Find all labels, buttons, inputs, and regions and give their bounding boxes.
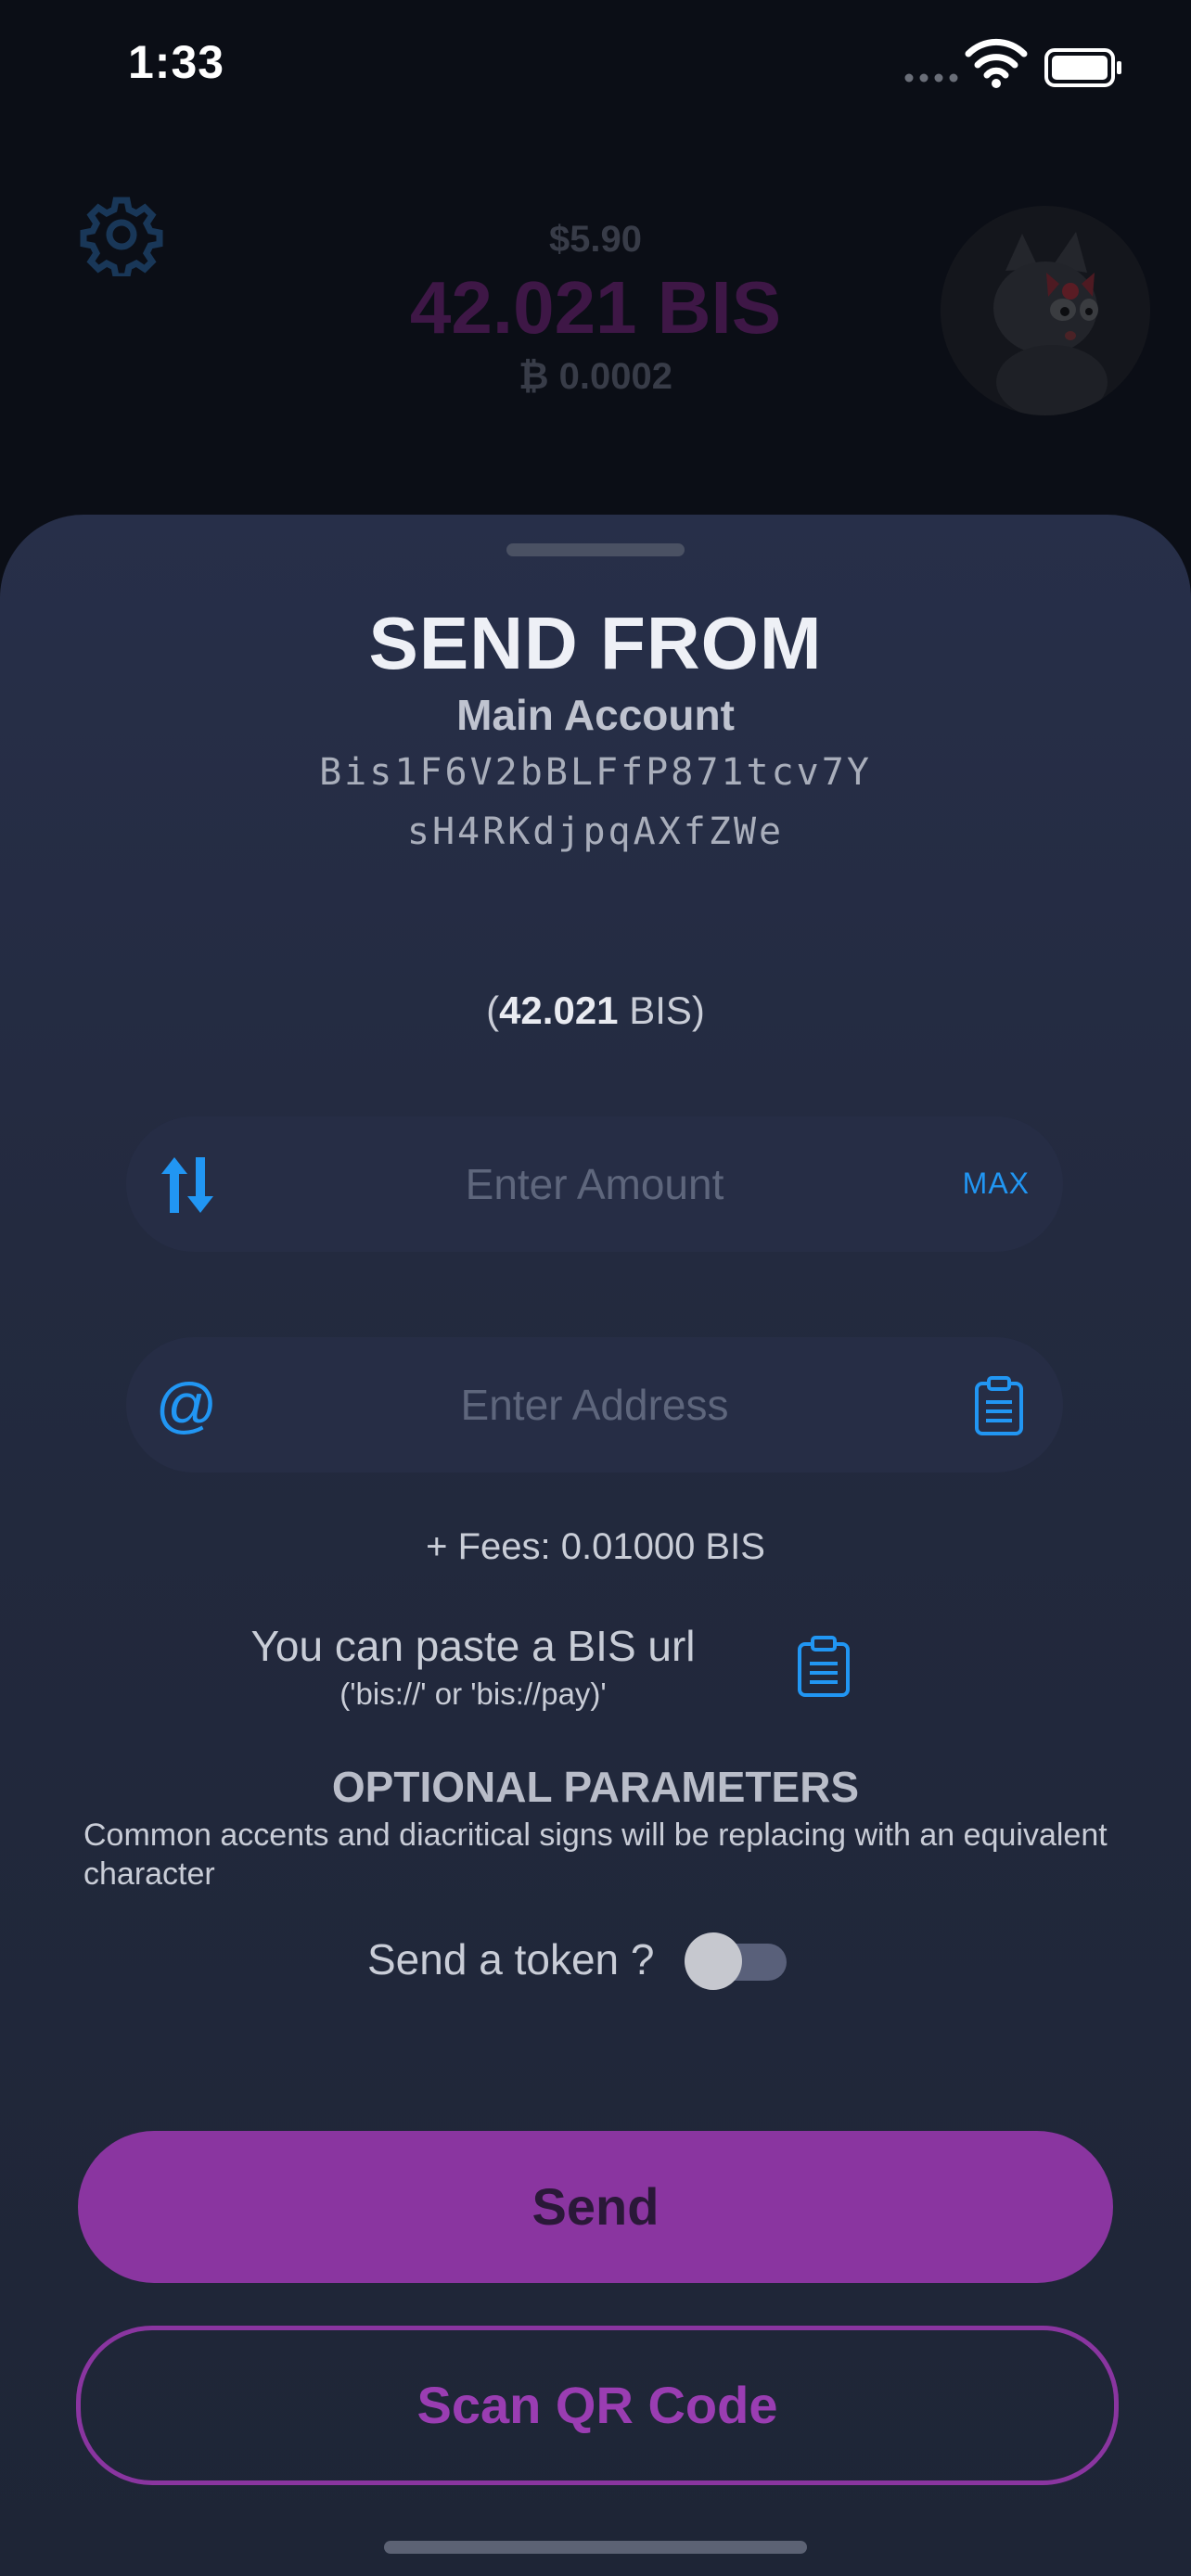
available-balance: (42.021 BIS) xyxy=(486,988,705,1032)
toggle-knob xyxy=(685,1932,742,1990)
optional-parameters-title: OPTIONAL PARAMETERS xyxy=(331,1763,860,1811)
scan-qr-button[interactable]: Scan QR Code xyxy=(76,2326,1119,2485)
account-address-line1: Bis1F6V2bBLFfP871tcv7Y xyxy=(319,751,872,794)
paste-url-hint: ('bis://' or 'bis://pay)' xyxy=(339,1677,607,1711)
send-button[interactable]: Send xyxy=(78,2131,1113,2283)
account-address-line2: sH4RKdjpqAXfZWe xyxy=(406,810,785,853)
page-title: SEND FROM xyxy=(368,602,823,684)
amount-field[interactable]: Enter Amount MAX xyxy=(126,1116,1063,1252)
max-button[interactable]: MAX xyxy=(963,1167,1030,1201)
account-name: Main Account xyxy=(456,691,735,739)
fees-text: + Fees: 0.01000 BIS xyxy=(426,1526,765,1567)
optional-parameters-desc: Common accents and diacritical signs wil… xyxy=(83,1817,1108,1892)
address-input[interactable]: Enter Address xyxy=(126,1337,1063,1473)
avatar[interactable] xyxy=(941,206,1150,415)
available-amount: 42.021 xyxy=(499,988,619,1032)
wallet-header: $5.90 42.021 BIS ₿ 0.0002 xyxy=(0,0,1191,519)
paste-url-clipboard-icon[interactable] xyxy=(796,1636,852,1697)
amount-input[interactable]: Enter Amount xyxy=(126,1116,1063,1252)
clipboard-icon[interactable] xyxy=(974,1376,1024,1435)
available-unit: BIS xyxy=(629,988,692,1032)
home-indicator xyxy=(384,2541,807,2554)
sheet-grabber[interactable] xyxy=(506,543,685,556)
address-field[interactable]: @ Enter Address xyxy=(126,1337,1063,1473)
paste-url-text: You can paste a BIS url xyxy=(250,1622,696,1670)
send-token-label: Send a token ? xyxy=(367,1935,655,1983)
send-token-toggle[interactable] xyxy=(685,1932,787,1990)
